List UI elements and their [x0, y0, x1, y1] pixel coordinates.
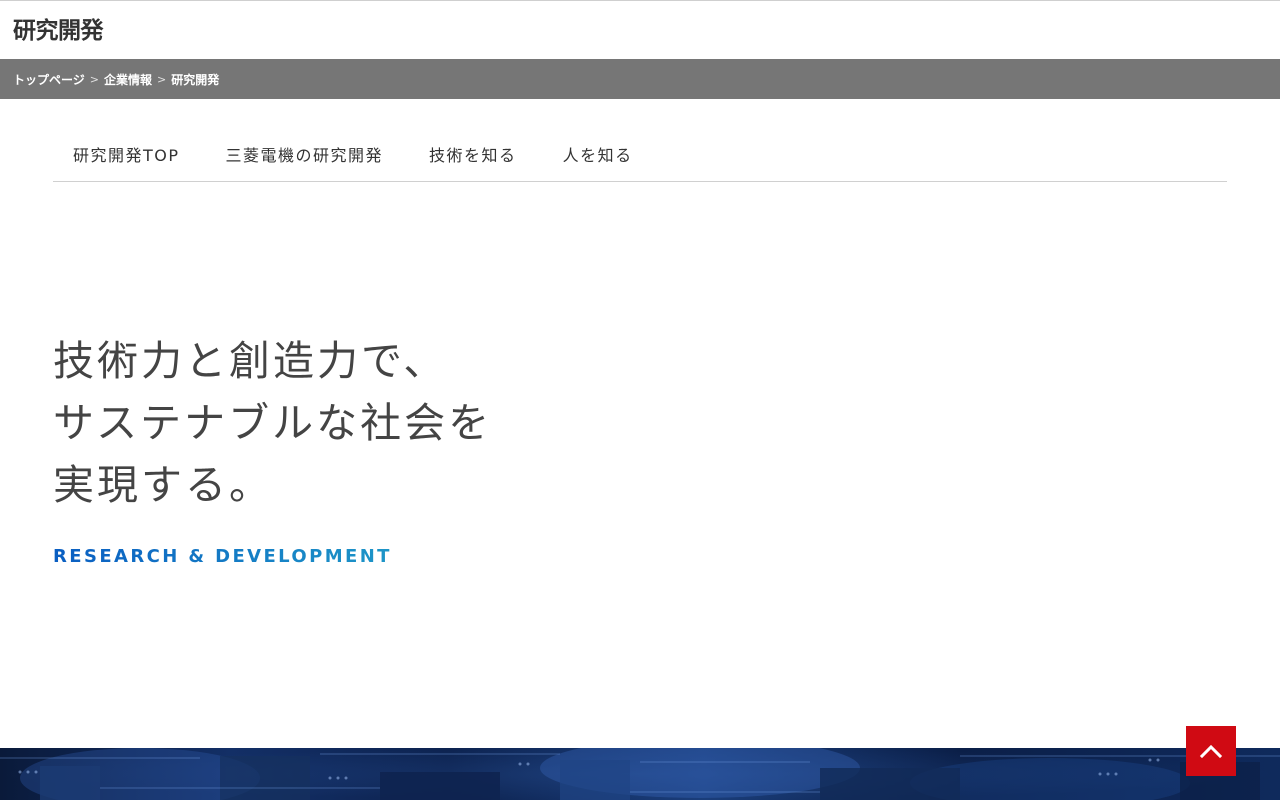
- chevron-up-icon: [1199, 744, 1223, 759]
- breadcrumb: トップページ > 企業情報 > 研究開発: [0, 59, 1280, 99]
- breadcrumb-separator: >: [157, 72, 167, 86]
- breadcrumb-item-current: 研究開発: [171, 72, 220, 87]
- hero-tagline: RESEARCH & DEVELOPMENT: [53, 546, 492, 568]
- hero-headline: 技術力と創造力で、 サステナブルな社会を 実現する。: [53, 330, 492, 516]
- tech-banner-image: [0, 748, 1280, 800]
- hero-section: 技術力と創造力で、 サステナブルな社会を 実現する。 RESEARCH & DE…: [53, 330, 492, 568]
- page-header: 研究開発: [0, 0, 1280, 59]
- breadcrumb-separator: >: [89, 72, 99, 86]
- sub-nav-item-technology[interactable]: 技術を知る: [429, 135, 517, 167]
- breadcrumb-item-top[interactable]: トップページ: [13, 71, 85, 88]
- hero-headline-line: サステナブルな社会を: [53, 399, 493, 447]
- hero-headline-line: 技術力と創造力で、: [53, 337, 448, 385]
- sub-nav-item-mitsubishi-rd[interactable]: 三菱電機の研究開発: [226, 135, 384, 167]
- page-title: 研究開発: [13, 18, 104, 44]
- sub-nav-item-rd-top[interactable]: 研究開発TOP: [73, 135, 180, 167]
- breadcrumb-item-corporate[interactable]: 企業情報: [104, 71, 152, 88]
- hero-headline-line: 実現する。: [53, 461, 273, 509]
- sub-nav-item-people[interactable]: 人を知る: [563, 135, 633, 167]
- circuit-board-image: [0, 748, 1280, 800]
- sub-nav: 研究開発TOP 三菱電機の研究開発 技術を知る 人を知る: [53, 135, 1227, 182]
- back-to-top-button[interactable]: [1186, 726, 1236, 776]
